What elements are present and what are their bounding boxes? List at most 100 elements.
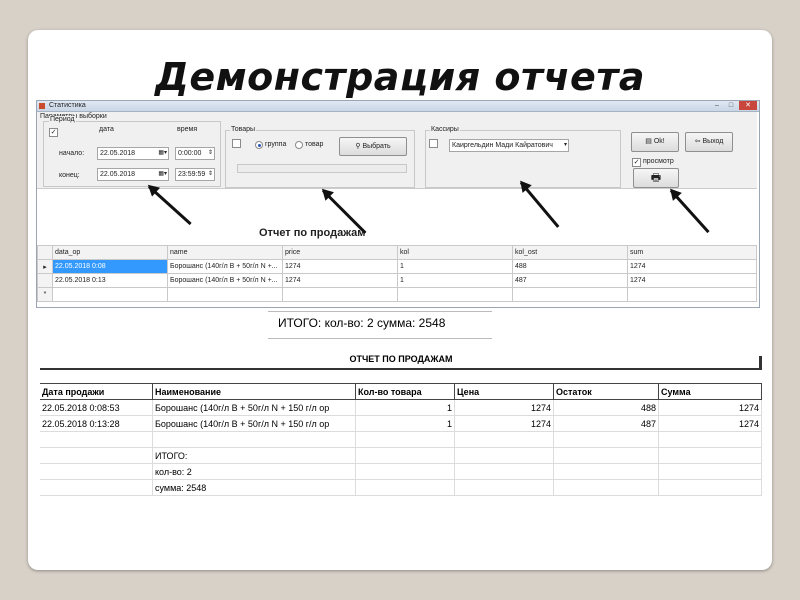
start-date-value: 22.05.2018 xyxy=(100,150,136,157)
calendar-icon[interactable]: ▦▾ xyxy=(158,169,167,180)
cell xyxy=(454,447,554,464)
table-row[interactable]: 22.05.2018 0:13 Борошанс (140г/л В + 50г… xyxy=(37,273,757,288)
grid-cell[interactable] xyxy=(627,287,757,302)
cell: 1274 xyxy=(454,399,554,416)
goods-selection-field[interactable] xyxy=(237,164,407,173)
grid-header[interactable]: name xyxy=(167,245,283,260)
grid-cell[interactable] xyxy=(167,287,283,302)
summary-sum: сумма: 2548 xyxy=(152,479,356,496)
column-header: Сумма xyxy=(658,383,762,400)
close-icon[interactable]: ✕ xyxy=(739,101,757,110)
cell: 22.05.2018 0:08:53 xyxy=(40,399,153,416)
document-icon: ▤ xyxy=(645,138,652,145)
end-time-field[interactable]: 23:59:59 ⇕ xyxy=(175,168,215,181)
grid-cell[interactable]: 22.05.2018 0:08 xyxy=(52,259,168,274)
grid-cell[interactable]: 1274 xyxy=(282,273,398,288)
statistics-window: Статистика – □ ✕ Параметры выборки Перио… xyxy=(36,100,760,308)
cell: 22.05.2018 0:13:28 xyxy=(40,415,153,432)
table-header-row: Дата продажи Наименование Кол-во товара … xyxy=(40,383,762,400)
cell xyxy=(454,463,554,480)
goods-checkbox[interactable] xyxy=(232,139,241,148)
grid-cell[interactable] xyxy=(282,287,398,302)
cell xyxy=(553,479,659,496)
grid-cell[interactable]: 1 xyxy=(397,273,513,288)
row-header xyxy=(37,273,53,288)
minimize-icon[interactable]: – xyxy=(711,101,723,110)
cell xyxy=(355,431,455,448)
start-time-field[interactable]: 0:00:00 ⇕ xyxy=(175,147,215,160)
binoculars-icon: ⚲ xyxy=(355,143,361,150)
column-header: Наименование xyxy=(152,383,356,400)
cell: 1 xyxy=(355,399,455,416)
cashiers-label: Кассиры xyxy=(430,126,460,133)
new-row-marker: * xyxy=(37,287,53,302)
time-label: время xyxy=(177,126,198,133)
cell xyxy=(355,479,455,496)
chevron-down-icon[interactable]: ▾ xyxy=(564,140,567,151)
blank-row xyxy=(40,431,762,448)
start-date-picker[interactable]: 22.05.2018 ▦▾ xyxy=(97,147,169,160)
cashiers-checkbox[interactable] xyxy=(429,139,438,148)
cell: 1274 xyxy=(454,415,554,432)
table-row[interactable]: ▸ 22.05.2018 0:08 Борошанс (140г/л В + 5… xyxy=(37,259,757,274)
grid-header[interactable]: sum xyxy=(627,245,757,260)
preview-checkbox[interactable]: ✓ xyxy=(632,158,641,167)
cell xyxy=(355,447,455,464)
summary-count: кол-во: 2 xyxy=(152,463,356,480)
grid-cell[interactable] xyxy=(52,287,168,302)
spinner-icon[interactable]: ⇕ xyxy=(208,169,213,180)
cell xyxy=(658,447,762,464)
exit-icon: ⇦ xyxy=(694,138,701,145)
grid-header[interactable]: kol_ost xyxy=(512,245,628,260)
cell xyxy=(553,447,659,464)
selection-params: Параметры выборки Период ✓ дата время на… xyxy=(37,112,757,189)
summary-row: сумма: 2548 xyxy=(40,479,762,496)
cell: 1274 xyxy=(658,399,762,416)
end-time-value: 23:59:59 xyxy=(178,171,206,178)
cashier-dropdown[interactable]: Каиргельдин Мади Кайратович ▾ xyxy=(449,139,569,152)
ok-button[interactable]: ▤ Ok! xyxy=(631,132,679,152)
grid-header[interactable]: kol xyxy=(397,245,513,260)
table-row: 22.05.2018 0:08:53 Борошанс (140г/л В + … xyxy=(40,399,762,416)
cell: 487 xyxy=(553,415,659,432)
period-checkbox[interactable]: ✓ xyxy=(49,128,58,137)
preview-label: просмотр xyxy=(643,158,674,165)
radio-goods[interactable] xyxy=(295,141,303,149)
grid-cell[interactable] xyxy=(397,287,513,302)
report-table: Дата продажи Наименование Кол-во товара … xyxy=(40,383,762,496)
cell xyxy=(40,463,153,480)
grid-cell[interactable]: 1 xyxy=(397,259,513,274)
cell xyxy=(152,431,356,448)
grid-cell[interactable]: 488 xyxy=(512,259,628,274)
spinner-icon[interactable]: ⇕ xyxy=(208,148,213,159)
end-date-picker[interactable]: 22.05.2018 ▦▾ xyxy=(97,168,169,181)
grid-header[interactable]: price xyxy=(282,245,398,260)
new-row[interactable]: * xyxy=(37,287,757,302)
cell xyxy=(553,431,659,448)
grid-header[interactable]: data_op xyxy=(52,245,168,260)
grid-cell[interactable]: 1274 xyxy=(627,273,757,288)
grid-cell[interactable]: 1274 xyxy=(627,259,757,274)
date-label: дата xyxy=(99,126,114,133)
grid-cell[interactable]: Борошанс (140г/л В + 50г/л N +... xyxy=(167,259,283,274)
radio-group-label: группа xyxy=(265,141,287,148)
table-row: 22.05.2018 0:13:28 Борошанс (140г/л В + … xyxy=(40,415,762,432)
cell xyxy=(553,463,659,480)
cell: 1 xyxy=(355,415,455,432)
grid-cell[interactable]: 1274 xyxy=(282,259,398,274)
start-label: начало: xyxy=(59,150,85,157)
select-goods-button[interactable]: ⚲ Выбрать xyxy=(339,137,407,156)
grid-cell[interactable]: Борошанс (140г/л В + 50г/л N +... xyxy=(167,273,283,288)
grid-cell[interactable] xyxy=(512,287,628,302)
period-label: Период xyxy=(49,116,76,123)
grid-cell[interactable]: 487 xyxy=(512,273,628,288)
window-titlebar: Статистика – □ ✕ xyxy=(37,101,759,112)
slide: Демонстрация отчета Статистика – □ ✕ Пар… xyxy=(28,30,772,570)
radio-group[interactable] xyxy=(255,141,263,149)
grid-cell[interactable]: 22.05.2018 0:13 xyxy=(52,273,168,288)
calendar-icon[interactable]: ▦▾ xyxy=(158,148,167,159)
maximize-icon[interactable]: □ xyxy=(725,101,737,110)
summary-total-label: ИТОГО: xyxy=(152,447,356,464)
exit-button[interactable]: ⇦ Выход xyxy=(685,132,733,152)
cell: Борошанс (140г/л В + 50г/л N + 150 г/л о… xyxy=(152,415,356,432)
